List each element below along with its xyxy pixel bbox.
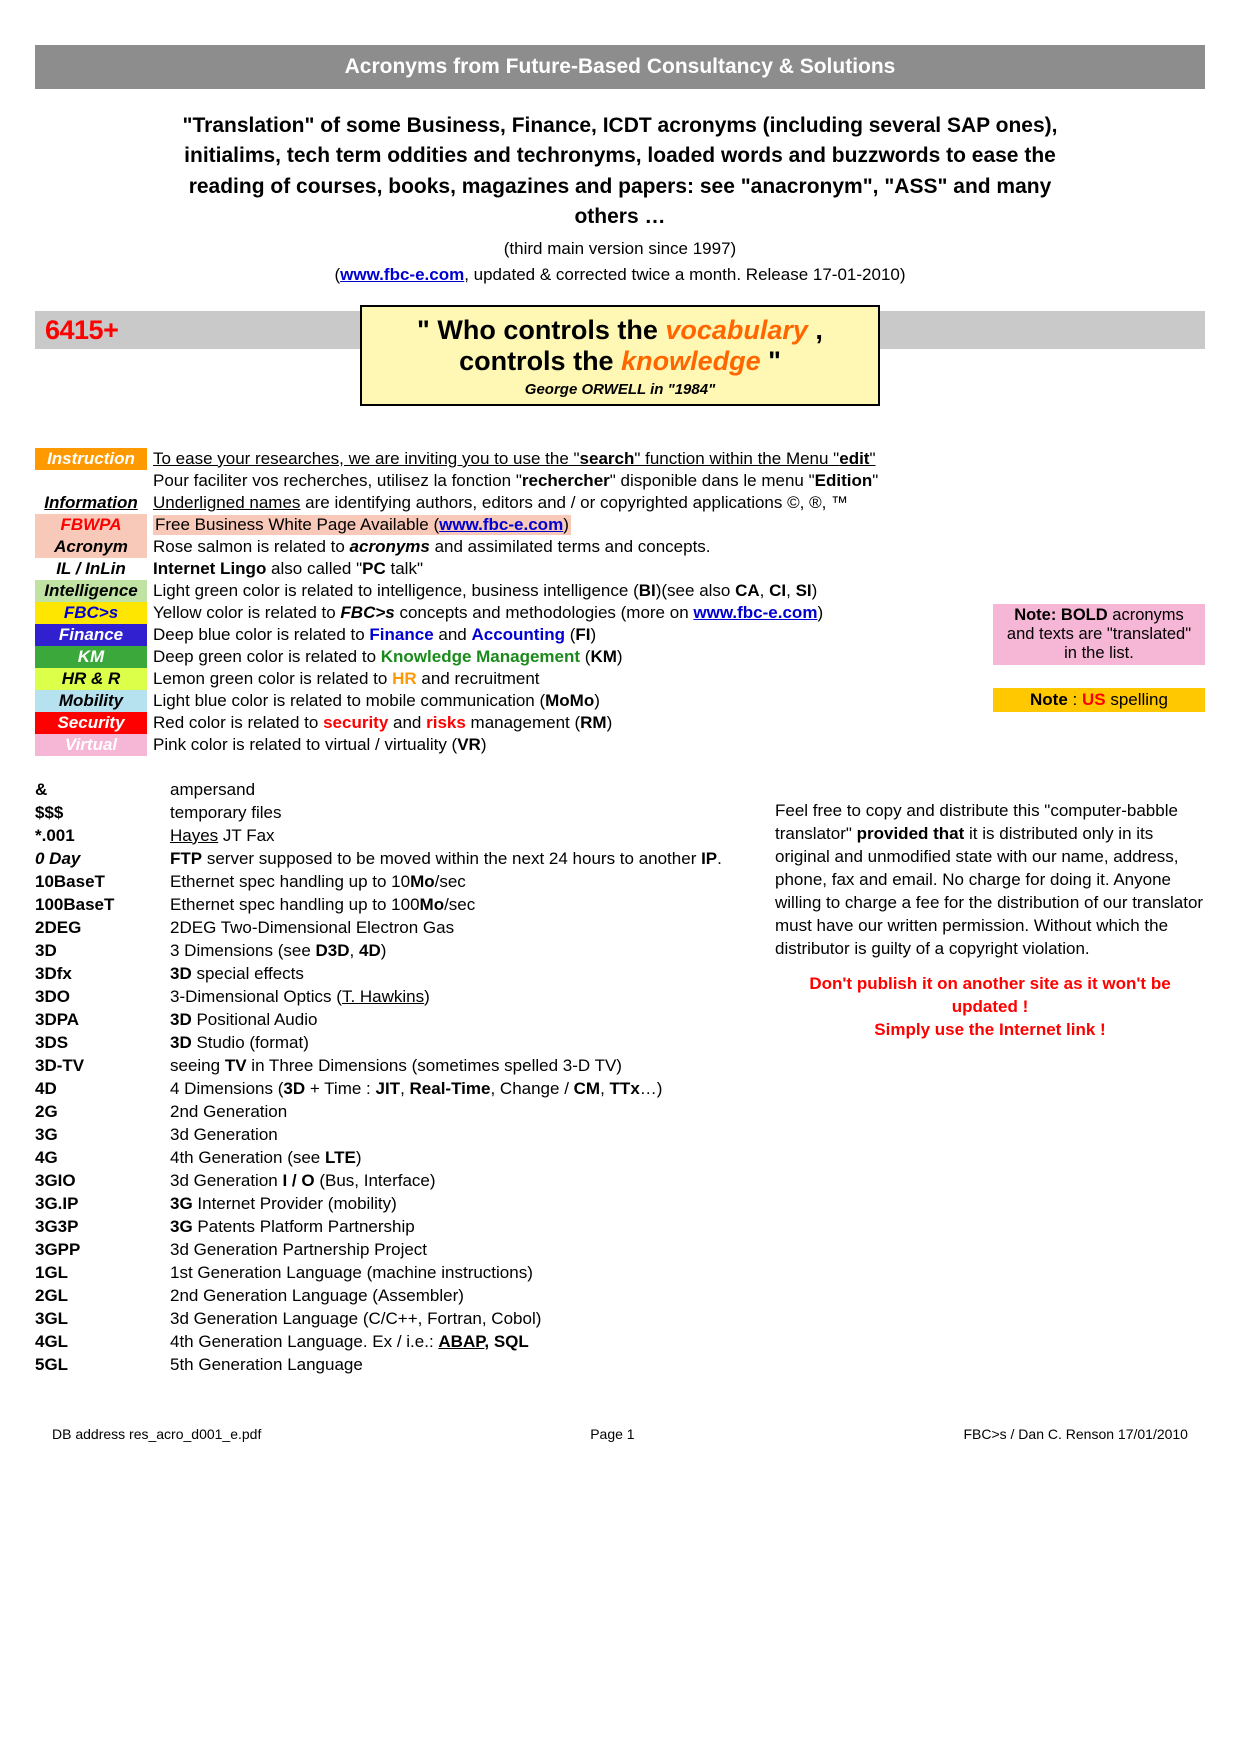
acronym-def: 3G Patents Platform Partnership [170,1215,1205,1238]
legend: Instruction To ease your researches, we … [35,448,1205,756]
acronym-term: 100BaseT [35,893,170,916]
acronym-term: 2GL [35,1284,170,1307]
acronym-term: 3Dfx [35,962,170,985]
page-title: Acronyms from Future-Based Consultancy &… [35,45,1205,89]
intro-sub1: (third main version since 1997) [165,239,1075,259]
acronym-term: 3GIO [35,1169,170,1192]
acronym-table: Feel free to copy and distribute this "c… [35,778,1205,1376]
acronym-term: 1GL [35,1261,170,1284]
acronym-row: 5GL5th Generation Language [35,1353,1205,1376]
legend-hr: HR & R [35,668,147,690]
acronym-term: 3D-TV [35,1054,170,1077]
acronym-def: 2nd Generation Language (Assembler) [170,1284,1205,1307]
acronym-def: 1st Generation Language (machine instruc… [170,1261,1205,1284]
legend-il: IL / InLin [35,558,147,580]
acronym-term: *.001 [35,824,170,847]
acronym-term: 3G [35,1123,170,1146]
quote-attr: George ORWELL in "1984" [372,381,868,398]
acronym-term: 3D [35,939,170,962]
legend-fbwpa: FBWPA [35,514,147,536]
warning-line1: Don't publish it on another site as it w… [775,972,1205,1018]
acronym-row: 4GL4th Generation Language. Ex / i.e.: A… [35,1330,1205,1353]
acronym-term: 0 Day [35,847,170,870]
disclaimer: Feel free to copy and distribute this "c… [775,799,1205,1041]
acronym-def: 3d Generation Partnership Project [170,1238,1205,1261]
note-us: Note : US spelling [993,688,1205,712]
legend-fbcs: FBC>s [35,602,147,624]
acronym-term: 2G [35,1100,170,1123]
fbcs-link[interactable]: www.fbc-e.com [693,603,817,622]
acronym-row: 3D-TVseeing TV in Three Dimensions (some… [35,1054,1205,1077]
footer-right: FBC>s / Dan C. Renson 17/01/2010 [963,1426,1188,1442]
acronym-term: 3GL [35,1307,170,1330]
legend-virtual: Virtual [35,734,147,756]
acronym-def: 3d Generation [170,1123,1205,1146]
acronym-row: 2G2nd Generation [35,1100,1205,1123]
acronym-term: 3DPA [35,1008,170,1031]
acronym-row: 2GL2nd Generation Language (Assembler) [35,1284,1205,1307]
fbwpa-link[interactable]: www.fbc-e.com [439,515,563,534]
quote-box: " Who controls the vocabulary , controls… [360,305,880,406]
legend-instruction: Instruction [35,448,147,470]
legend-security: Security [35,712,147,734]
acronym-def: 3d Generation I / O (Bus, Interface) [170,1169,1205,1192]
acronym-def: 4th Generation Language. Ex / i.e.: ABAP… [170,1330,1205,1353]
acronym-term: 3GPP [35,1238,170,1261]
acronym-term: 3DO [35,985,170,1008]
acronym-def: seeing TV in Three Dimensions (sometimes… [170,1054,1205,1077]
acronym-term: 3G.IP [35,1192,170,1215]
intro-block: "Translation" of some Business, Finance,… [35,111,1205,285]
acronym-row: 4D4 Dimensions (3D + Time : JIT, Real-Ti… [35,1077,1205,1100]
footer-left: DB address res_acro_d001_e.pdf [52,1426,261,1442]
acronym-row: 1GL1st Generation Language (machine inst… [35,1261,1205,1284]
legend-intel: Intelligence [35,580,147,602]
acronym-term: & [35,778,170,801]
acronym-term: 4GL [35,1330,170,1353]
legend-information: Information [35,492,147,514]
legend-finance: Finance [35,624,147,646]
legend-acronym: Acronym [35,536,147,558]
acronym-row: 3GPP3d Generation Partnership Project [35,1238,1205,1261]
footer: DB address res_acro_d001_e.pdf Page 1 FB… [0,1396,1240,1452]
acronym-def: 4th Generation (see LTE) [170,1146,1205,1169]
acronym-row: 3G.IP3G Internet Provider (mobility) [35,1192,1205,1215]
acronym-def: 3d Generation Language (C/C++, Fortran, … [170,1307,1205,1330]
warning-line2: Simply use the Internet link ! [775,1018,1205,1041]
acronym-row: 3GIO3d Generation I / O (Bus, Interface) [35,1169,1205,1192]
acronym-def: 4 Dimensions (3D + Time : JIT, Real-Time… [170,1077,1205,1100]
acronym-row: 3G3P3G Patents Platform Partnership [35,1215,1205,1238]
acronym-term: 3G3P [35,1215,170,1238]
footer-center: Page 1 [590,1426,634,1442]
acronym-def: 3G Internet Provider (mobility) [170,1192,1205,1215]
acronym-term: 2DEG [35,916,170,939]
acronym-term: 4D [35,1077,170,1100]
acronym-row: 3G3d Generation [35,1123,1205,1146]
acronym-row: &ampersand [35,778,1205,801]
acronym-def: 2nd Generation [170,1100,1205,1123]
acronym-term: 3DS [35,1031,170,1054]
acronym-term: $$$ [35,801,170,824]
intro-text: "Translation" of some Business, Finance,… [165,111,1075,233]
acronym-term: 10BaseT [35,870,170,893]
acronym-def: ampersand [170,778,1205,801]
intro-link[interactable]: www.fbc-e.com [340,265,464,284]
acronym-term: 5GL [35,1353,170,1376]
legend-mobility: Mobility [35,690,147,712]
intro-sub2: (www.fbc-e.com, updated & corrected twic… [165,265,1075,285]
legend-km: KM [35,646,147,668]
acronym-row: 3GL3d Generation Language (C/C++, Fortra… [35,1307,1205,1330]
acronym-def: 5th Generation Language [170,1353,1205,1376]
acronym-term: 4G [35,1146,170,1169]
note-bold: Note: BOLD acronyms and texts are "trans… [993,604,1205,665]
acronym-row: 4G4th Generation (see LTE) [35,1146,1205,1169]
